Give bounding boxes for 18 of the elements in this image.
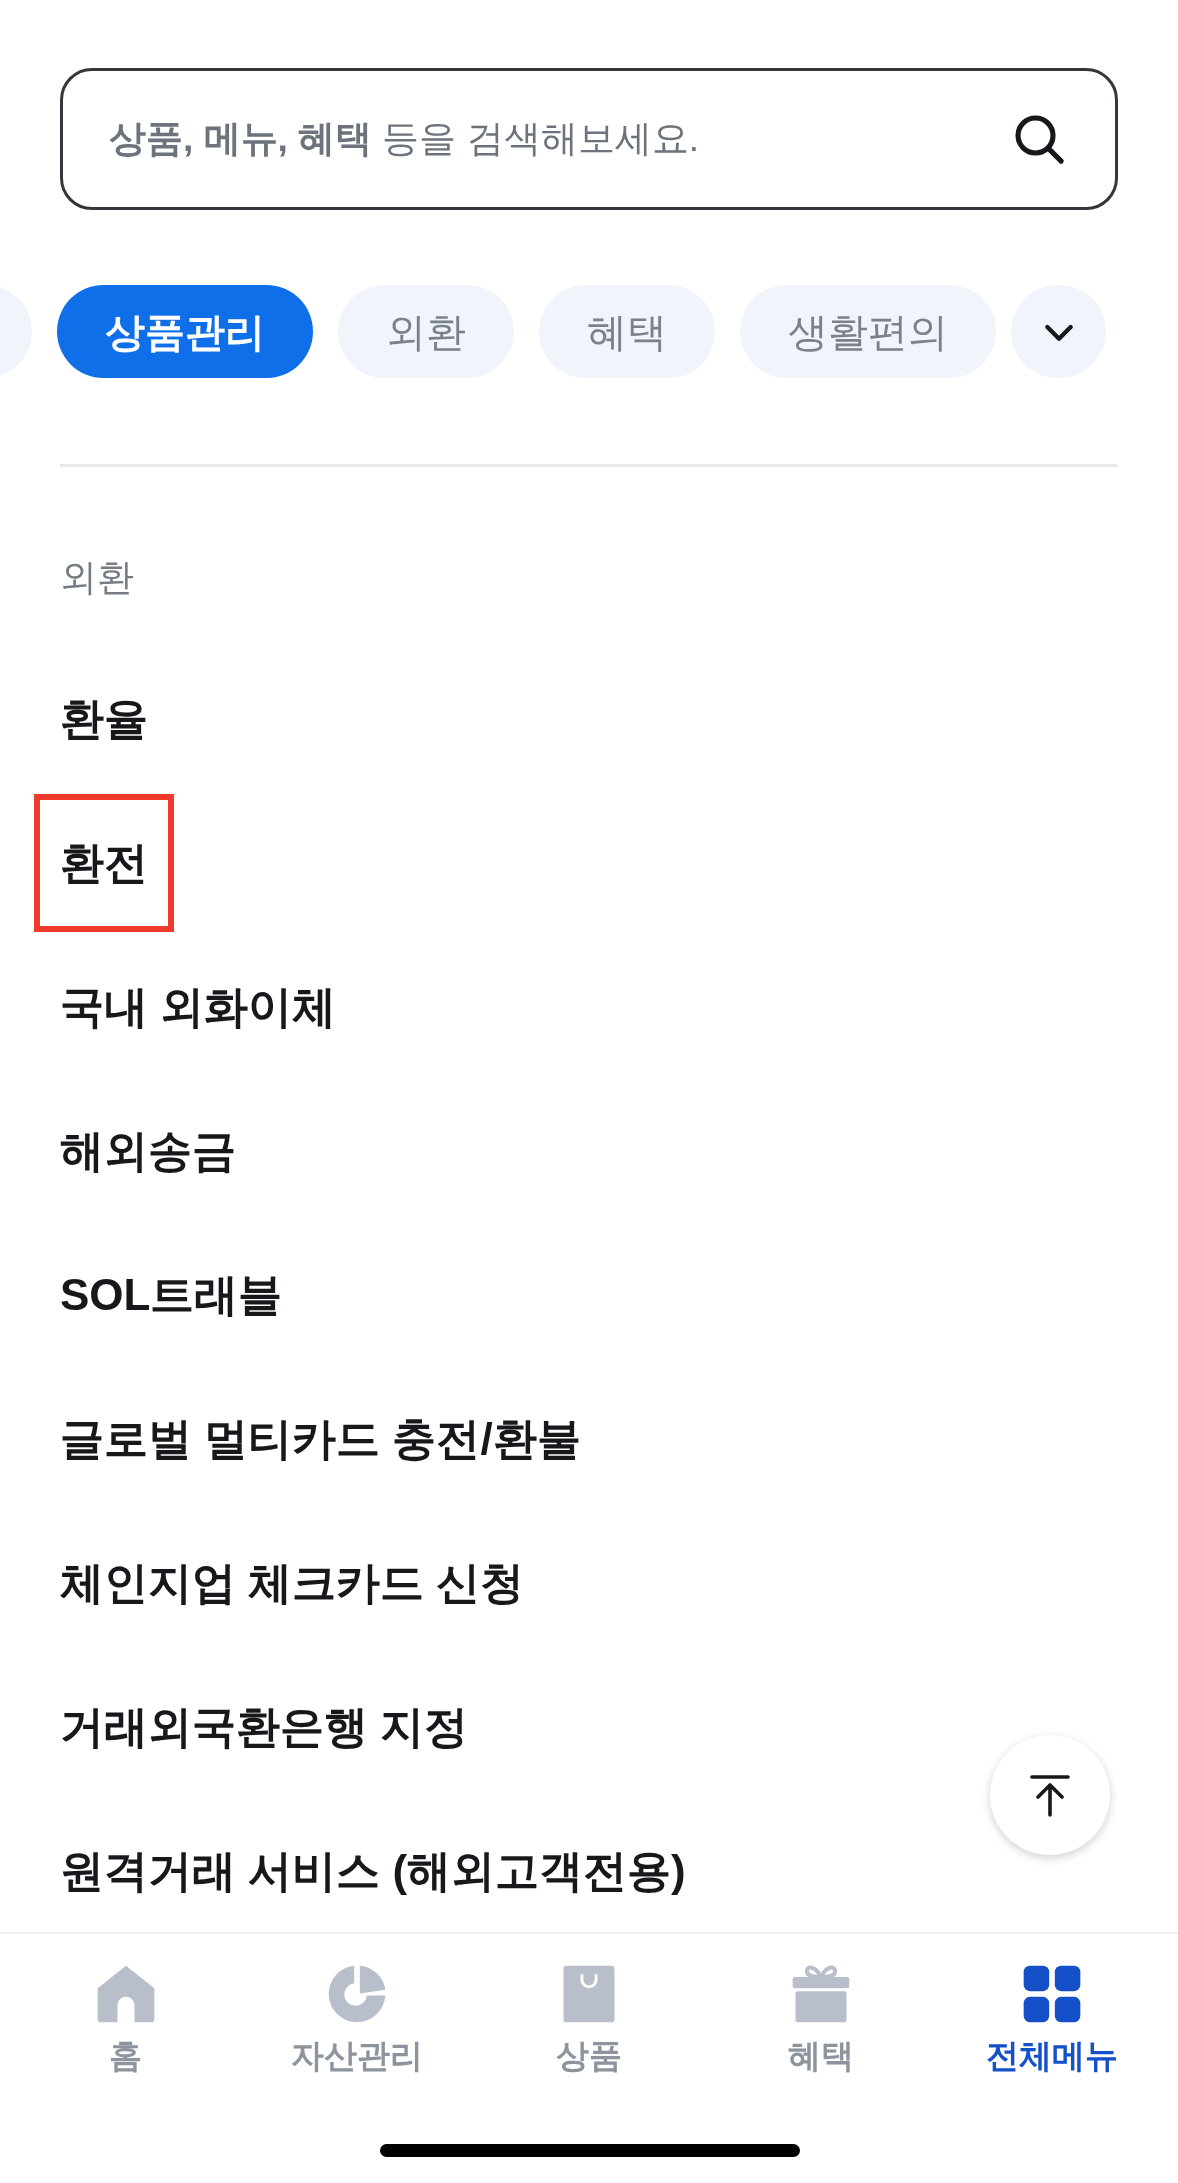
section-title: 외환 (60, 557, 134, 598)
menu-item[interactable]: 국내 외화이체 (60, 935, 337, 1079)
menu-item[interactable]: 환전 (34, 794, 174, 932)
menu-item[interactable]: 거래외국환은행 지정 (60, 1655, 469, 1799)
nav-tab[interactable]: 전체메뉴 (952, 1960, 1153, 2090)
menu-item[interactable]: 글로벌 멀티카드 충전/환불 (60, 1367, 581, 1511)
menu-item[interactable]: 체인지업 체크카드 신청 (60, 1511, 525, 1655)
menu-item[interactable]: SOL트래블 (60, 1223, 283, 1367)
menu-item[interactable]: 해외송금 (60, 1079, 236, 1223)
category-tab[interactable]: 혜택 (539, 285, 715, 378)
search-field[interactable]: 상품, 메뉴, 혜택 등을 검색해보세요. (60, 68, 1118, 210)
menu-item[interactable]: 환율 (60, 647, 148, 791)
menu-item[interactable]: 원격거래 서비스 (해외고객전용) (60, 1799, 686, 1932)
search-placeholder: 상품, 메뉴, 혜택 등을 검색해보세요. (109, 117, 699, 162)
scroll-to-top-button[interactable] (990, 1735, 1110, 1855)
category-tab[interactable]: 상품관리 (57, 285, 313, 378)
category-tab[interactable]: 생활편의 (740, 285, 996, 378)
category-tab[interactable]: 외환 (338, 285, 514, 378)
